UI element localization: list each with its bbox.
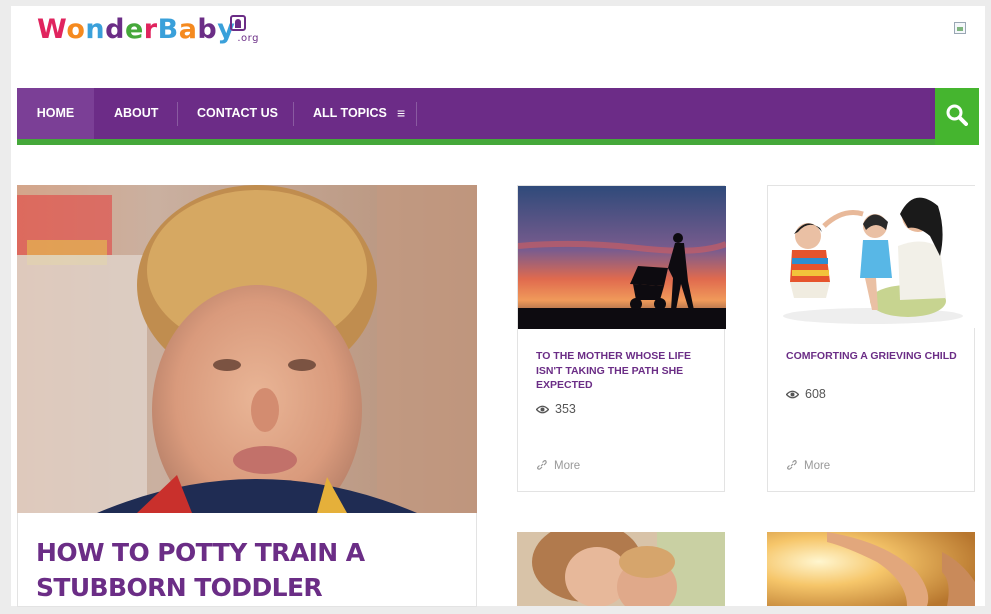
article-card [767, 532, 975, 606]
article-card: COMFORTING A GRIEVING CHILD 608 More [767, 185, 976, 492]
link-icon [537, 460, 547, 470]
menu-icon[interactable]: ≡ [397, 88, 405, 139]
article-card-image[interactable] [768, 186, 976, 328]
nav-item-contact-us[interactable]: CONTACT US [197, 88, 278, 139]
nav-item-about[interactable]: ABOUT [114, 88, 158, 139]
article-card-image[interactable] [767, 532, 975, 606]
logo-suffix: .org [237, 33, 259, 44]
nav-divider [416, 102, 417, 126]
eye-icon [785, 390, 800, 399]
nav-accent-bar [17, 139, 979, 145]
more-link[interactable]: More [536, 459, 580, 472]
search-icon [946, 104, 968, 126]
more-link[interactable]: More [786, 459, 830, 472]
site-logo[interactable]: WonderBaby .org [37, 14, 259, 45]
featured-article-card: HOW TO POTTY TRAIN A STUBBORN TODDLER [17, 513, 477, 607]
article-card-title[interactable]: COMFORTING A GRIEVING CHILD [786, 349, 961, 364]
broken-image-icon [954, 22, 966, 34]
main-navigation: HOME ABOUT CONTACT US ALL TOPICS ≡ [17, 88, 979, 139]
link-icon [787, 460, 797, 470]
logo-book-icon [230, 15, 246, 31]
page: WonderBaby .org HOME ABOUT CONTACT US ALL… [11, 6, 985, 607]
more-label: More [804, 460, 831, 472]
view-count: 608 [785, 387, 826, 401]
search-button[interactable] [935, 88, 979, 145]
article-card-title[interactable]: TO THE MOTHER WHOSE LIFE ISN'T TAKING TH… [536, 349, 711, 393]
view-count-value: 353 [555, 402, 576, 416]
article-card-image[interactable] [517, 532, 725, 606]
nav-item-home[interactable]: HOME [17, 88, 94, 139]
nav-divider [177, 102, 178, 126]
featured-article-image[interactable] [17, 185, 477, 513]
eye-icon [535, 405, 550, 414]
article-card-image[interactable] [518, 186, 726, 329]
view-count-value: 608 [805, 387, 826, 401]
article-card [517, 532, 725, 606]
more-label: More [554, 460, 581, 472]
view-count: 353 [535, 402, 576, 416]
article-card: TO THE MOTHER WHOSE LIFE ISN'T TAKING TH… [517, 185, 726, 492]
featured-article-title[interactable]: HOW TO POTTY TRAIN A STUBBORN TODDLER [36, 535, 436, 605]
nav-item-all-topics[interactable]: ALL TOPICS [313, 88, 387, 139]
nav-divider [293, 102, 294, 126]
